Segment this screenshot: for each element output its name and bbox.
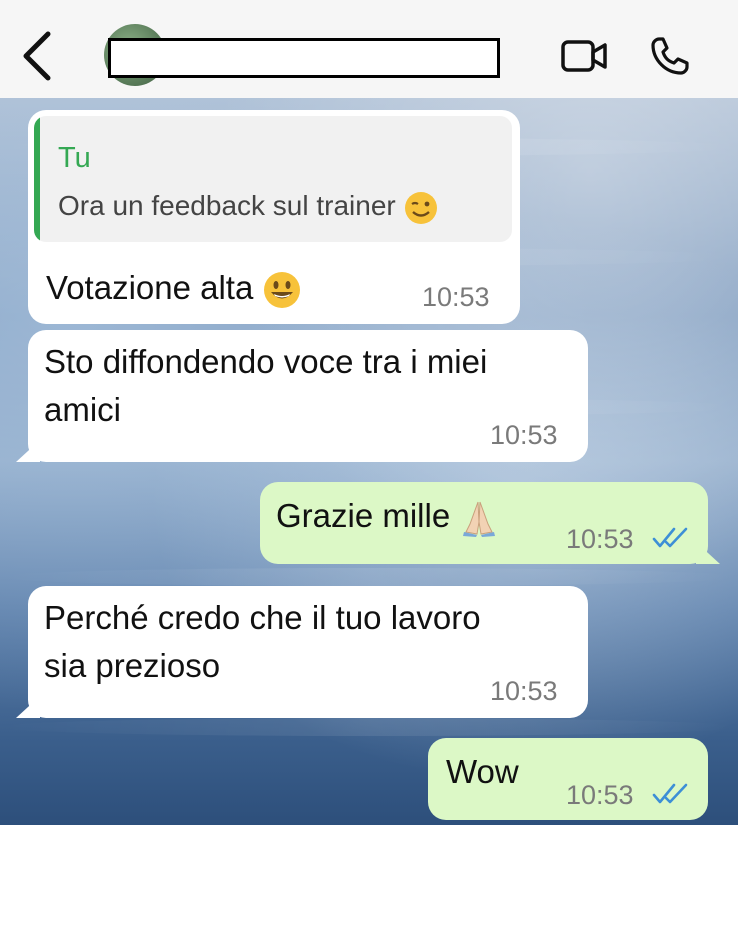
read-receipt-icon bbox=[652, 783, 688, 804]
message-bubble-incoming[interactable]: Perché credo che il tuo lavoro sia prezi… bbox=[28, 586, 588, 718]
message-text-line-2: sia prezioso bbox=[44, 647, 221, 684]
bubble-tail bbox=[16, 696, 40, 718]
reply-quote[interactable]: Tu Ora un feedback sul trainer bbox=[34, 116, 512, 242]
message-time: 10:53 bbox=[490, 676, 558, 706]
message-time: 10:53 bbox=[490, 420, 558, 450]
chevron-left-icon[interactable] bbox=[18, 30, 58, 82]
message-bubble-incoming[interactable]: Sto diffondendo voce tra i miei amici 10… bbox=[28, 330, 588, 462]
message-time: 10:53 bbox=[566, 524, 634, 554]
message-bubble-outgoing[interactable]: Grazie mille 10:53 bbox=[260, 482, 708, 564]
quote-accent-bar bbox=[34, 116, 40, 242]
water-ripple bbox=[0, 568, 738, 586]
bubble-tail bbox=[696, 542, 720, 564]
message-text: Grazie mille bbox=[276, 492, 499, 539]
chat-background: Tu Ora un feedback sul trainer Votazione… bbox=[0, 98, 738, 825]
quote-text: Ora un feedback sul trainer bbox=[58, 190, 438, 225]
message-bubble-outgoing[interactable]: Wow 10:53 bbox=[428, 738, 708, 820]
message-text: Votazione alta bbox=[46, 264, 301, 311]
message-time: 10:53 bbox=[422, 282, 490, 312]
video-call-icon[interactable] bbox=[560, 36, 608, 76]
folded-hands-emoji bbox=[463, 502, 496, 538]
phone-icon[interactable] bbox=[650, 36, 690, 76]
contact-name-redacted[interactable] bbox=[108, 38, 500, 78]
water-ripple bbox=[0, 718, 738, 736]
message-text-line-1: Perché credo che il tuo lavoro bbox=[44, 599, 481, 636]
read-receipt-icon bbox=[652, 527, 688, 548]
smiling-face-emoji bbox=[263, 272, 300, 309]
message-text-line-1: Sto diffondendo voce tra i miei bbox=[44, 343, 488, 380]
message-text-line-2: amici bbox=[44, 391, 122, 428]
bubble-tail bbox=[16, 440, 40, 462]
winking-face-emoji bbox=[404, 191, 437, 224]
message-bubble-incoming[interactable]: Tu Ora un feedback sul trainer Votazione… bbox=[28, 110, 520, 324]
message-text: Wow bbox=[446, 753, 519, 790]
quote-sender: Tu bbox=[58, 142, 91, 174]
message-time: 10:53 bbox=[566, 780, 634, 810]
chat-header bbox=[0, 0, 738, 98]
